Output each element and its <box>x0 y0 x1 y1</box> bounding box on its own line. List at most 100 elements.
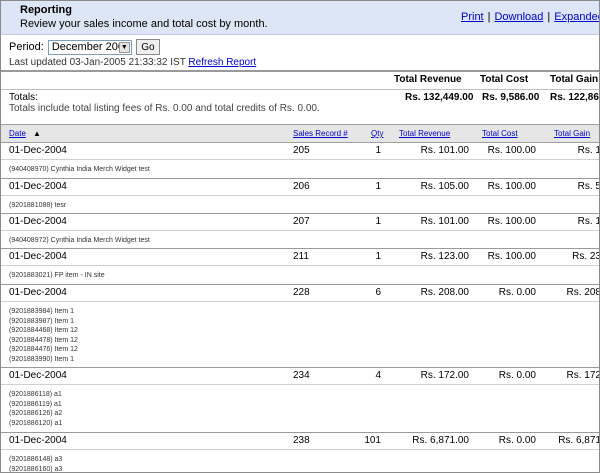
column-total-gain[interactable]: Total Gain <box>554 129 590 138</box>
sort-ascending-icon[interactable]: ▲ <box>33 129 41 138</box>
row-total-revenue: Rs. 101.00 <box>420 145 469 156</box>
last-updated-text: Last updated 03-Jan-2005 21:33:32 IST <box>9 57 186 68</box>
row-total-cost: Rs. 100.00 <box>487 145 536 156</box>
column-total-revenue[interactable]: Total Revenue <box>399 129 450 138</box>
table-row: 01-Dec-2004 207 1 Rs. 101.00 Rs. 100.00 Rs. 1… <box>1 213 599 249</box>
list-item: (940408972) Cynthia India Merch Widget t… <box>9 237 150 244</box>
row-divider <box>1 195 599 196</box>
list-item: (9201883984) Item 1 <box>9 308 74 315</box>
list-item: (9201884478) Item 12 <box>9 336 78 344</box>
report-window: Reporting Review your sales income and t… <box>0 0 600 473</box>
row-item-list: (9201886118) a1 (9201886119) a1 (920188612… <box>9 390 62 428</box>
row-sales-record: 211 <box>293 251 309 262</box>
list-item: (9201886160) a3 <box>9 465 63 473</box>
totals-header-gain: Total Gain <box>550 74 599 85</box>
row-qty: 1 <box>375 216 381 227</box>
row-date: 01-Dec-2004 <box>9 435 67 446</box>
row-total-revenue: Rs. 105.00 <box>420 181 469 192</box>
refresh-report-link[interactable]: Refresh Report <box>188 57 256 68</box>
row-total-cost: Rs. 100.00 <box>487 216 536 227</box>
row-qty: 101 <box>364 435 381 446</box>
period-label: Period: <box>9 41 44 53</box>
row-date: 01-Dec-2004 <box>9 145 67 156</box>
row-item-list: (940408970) Cynthia India Merch Widget t… <box>9 165 150 175</box>
row-divider <box>1 384 599 385</box>
row-sales-record: 238 <box>293 435 310 446</box>
row-total-gain: Rs. 208 <box>566 287 600 298</box>
list-item: (9201886119) a1 <box>9 400 62 408</box>
row-sales-record: 205 <box>293 145 310 156</box>
list-item: (9201881088) tesr <box>9 202 67 209</box>
report-header: Reporting Review your sales income and t… <box>1 1 599 35</box>
period-select[interactable]: December 2004 ▼ <box>47 39 132 55</box>
list-item: (9201886126) a2 <box>9 410 63 417</box>
list-item: (9201883021) FP item - IN site <box>9 272 105 279</box>
row-total-cost: Rs. 0.00 <box>498 287 536 298</box>
table-row: 01-Dec-2004 206 1 Rs. 105.00 Rs. 100.00 Rs. 5… <box>1 178 599 214</box>
row-date: 01-Dec-2004 <box>9 181 67 192</box>
totals-revenue: Rs. 132,449.00 <box>405 92 474 103</box>
download-link[interactable]: Download <box>494 11 543 23</box>
column-date[interactable]: Date <box>9 129 26 138</box>
print-link[interactable]: Print <box>461 11 484 23</box>
go-button[interactable]: Go <box>135 39 160 55</box>
dropdown-arrow-icon: ▼ <box>118 41 130 53</box>
list-item: (9201883990) Item 1 <box>9 355 74 363</box>
row-sales-record: 234 <box>293 370 310 381</box>
table-row: 01-Dec-2004 234 4 Rs. 172.00 Rs. 0.00 Rs. 172… <box>1 367 599 433</box>
table-row: 01-Dec-2004 228 6 Rs. 208.00 Rs. 0.00 Rs. 208… <box>1 284 599 368</box>
totals-header-revenue: Total Revenue <box>394 74 462 85</box>
totals-note: Totals include total listing fees of Rs.… <box>9 103 320 114</box>
page-title: Reporting <box>20 4 72 16</box>
list-item: (9201886120) a1 <box>9 419 63 427</box>
column-total-cost[interactable]: Total Cost <box>482 129 518 138</box>
row-total-revenue: Rs. 6,871.00 <box>412 435 469 446</box>
row-total-gain: Rs. 1 <box>577 216 600 227</box>
row-divider <box>1 301 599 302</box>
list-item: (9201884476) Item 12 <box>9 346 78 353</box>
period-selector: Period: December 2004 ▼ Go <box>9 39 160 55</box>
row-item-list: (9201883021) FP item - IN site <box>9 271 105 281</box>
row-qty: 1 <box>375 181 381 192</box>
divider <box>1 89 599 90</box>
table-header: Date ▲ Sales Record # Qty Total Revenue … <box>1 124 599 143</box>
row-date: 01-Dec-2004 <box>9 216 67 227</box>
table-row: 01-Dec-2004 205 1 Rs. 101.00 Rs. 100.00 Rs. 1… <box>1 142 599 179</box>
page-subtitle: Review your sales income and total cost … <box>20 18 268 30</box>
divider <box>1 70 599 72</box>
row-total-revenue: Rs. 123.00 <box>420 251 469 262</box>
totals-header-cost: Total Cost <box>480 74 529 85</box>
row-total-cost: Rs. 0.00 <box>498 370 536 381</box>
table-row: 01-Dec-2004 238 101 Rs. 6,871.00 Rs. 0.00 Rs.… <box>1 432 600 473</box>
column-qty[interactable]: Qty <box>371 129 383 138</box>
row-date: 01-Dec-2004 <box>9 370 67 381</box>
row-qty: 6 <box>375 287 381 298</box>
list-item: (9201886148) a3 <box>9 456 63 463</box>
row-sales-record: 228 <box>293 287 310 298</box>
row-date: 01-Dec-2004 <box>9 287 67 298</box>
row-total-gain: Rs. 5 <box>577 181 600 192</box>
row-total-gain: Rs. 1 <box>577 145 600 156</box>
last-updated: Last updated 03-Jan-2005 21:33:32 IST Re… <box>9 57 256 68</box>
list-item: (9201886118) a1 <box>9 391 62 398</box>
header-links: Print|Download|Expanded View <box>461 11 599 23</box>
row-date: 01-Dec-2004 <box>9 251 67 262</box>
link-separator: | <box>547 11 551 23</box>
row-divider <box>1 449 599 450</box>
list-item: (940408970) Cynthia India Merch Widget t… <box>9 166 150 173</box>
row-total-revenue: Rs. 172.00 <box>420 370 469 381</box>
table-row: 01-Dec-2004 211 1 Rs. 123.00 Rs. 100.00 Rs. 2… <box>1 248 599 285</box>
row-total-cost: Rs. 100.00 <box>487 251 536 262</box>
row-divider <box>1 159 599 160</box>
list-item: (9201883987) Item 1 <box>9 317 74 325</box>
row-total-revenue: Rs. 101.00 <box>420 216 469 227</box>
expanded-view-link[interactable]: Expanded View <box>554 11 599 23</box>
row-qty: 1 <box>375 145 381 156</box>
row-qty: 4 <box>375 370 381 381</box>
row-total-gain: Rs. 23 <box>572 251 600 262</box>
column-sales-record[interactable]: Sales Record # <box>293 129 348 138</box>
totals-cost: Rs. 9,586.00 <box>482 92 540 103</box>
row-total-revenue: Rs. 208.00 <box>420 287 469 298</box>
row-total-gain: Rs. 6,871 <box>558 435 600 446</box>
row-divider <box>1 230 599 231</box>
